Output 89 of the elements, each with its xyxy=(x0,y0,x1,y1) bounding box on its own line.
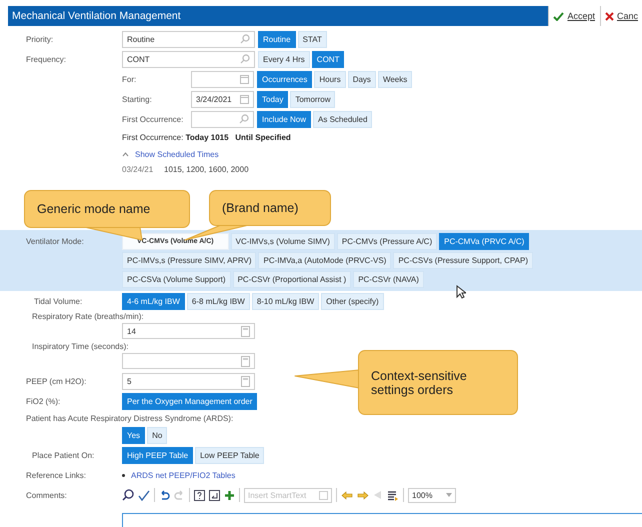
option-button[interactable]: PC-CSVs (Pressure Support, CPAP) xyxy=(393,252,534,269)
calendar-icon[interactable] xyxy=(240,74,249,84)
option-button[interactable]: PC-IMVa,a (AutoMode (PRVC-VS) xyxy=(258,252,392,269)
option-button[interactable]: Include Now xyxy=(257,110,312,128)
field-label: PEEP (cm H2O): xyxy=(26,376,88,386)
option-button[interactable]: PC-CMVa (PRVC A/C) xyxy=(439,233,530,250)
plus-icon[interactable] xyxy=(224,490,235,500)
close-icon xyxy=(604,12,614,20)
option-button[interactable]: As Scheduled xyxy=(313,110,372,128)
input-field[interactable] xyxy=(191,110,254,128)
option-button[interactable]: STAT xyxy=(298,30,327,48)
input-field[interactable]: 3/24/2021 xyxy=(191,90,254,108)
option-button[interactable]: 4-6 mL/kg IBW xyxy=(122,292,185,310)
show-times-link[interactable]: Show Scheduled Times xyxy=(135,150,219,158)
field-label: Tidal Volume: xyxy=(34,296,84,306)
search-icon[interactable] xyxy=(240,34,250,44)
collapse-icon[interactable] xyxy=(122,151,129,157)
option-button[interactable]: Tomorrow xyxy=(290,90,336,108)
option-button[interactable]: Per the Oxygen Management order xyxy=(122,392,258,410)
input-field[interactable]: Routine xyxy=(122,30,255,48)
callout-text: Generic mode name xyxy=(37,202,150,216)
calendar-icon[interactable] xyxy=(240,94,249,104)
field-label: FiO2 (%): xyxy=(26,396,62,406)
option-button[interactable]: PC-CSVr (NAVA) xyxy=(353,271,424,288)
input-field[interactable]: 5 xyxy=(122,372,255,390)
right-arrow-icon[interactable] xyxy=(357,490,369,500)
input-field[interactable] xyxy=(191,70,254,88)
field-label: Respiratory Rate (breaths/min): xyxy=(32,311,145,322)
zoom-icon[interactable] xyxy=(122,489,134,501)
schedule-times: 1015, 1200, 1600, 2000 xyxy=(164,164,249,174)
field-label: Frequency: xyxy=(26,54,68,64)
first-occurrence-summary: First Occurrence: Today 1015 Until Specified xyxy=(122,133,291,142)
spellcheck-icon[interactable] xyxy=(138,489,150,501)
reference-link[interactable]: ARDS net PEEP/FIO2 Tables xyxy=(131,470,236,480)
schedule-date: 03/24/21 xyxy=(122,164,154,174)
calculator-icon[interactable] xyxy=(241,376,250,386)
input-field[interactable] xyxy=(122,353,255,369)
field-label: Ventilator Mode: xyxy=(26,236,85,248)
input-field[interactable]: CONT xyxy=(122,50,255,68)
redo-icon[interactable] xyxy=(174,490,185,500)
option-button[interactable]: PC-CMVs (Pressure A/C) xyxy=(336,233,438,250)
option-button[interactable]: PC-CSVr (Proportional Assist ) xyxy=(232,271,352,288)
field-label: Comments: xyxy=(26,490,68,500)
option-button[interactable]: Routine xyxy=(258,30,296,48)
option-button[interactable]: Occurrences xyxy=(257,70,312,88)
option-button[interactable]: High PEEP Table xyxy=(122,446,194,464)
option-button[interactable]: CONT xyxy=(312,50,344,68)
list-icon[interactable] xyxy=(387,490,399,500)
option-button[interactable]: Weeks xyxy=(378,70,412,88)
undo-icon[interactable] xyxy=(159,490,170,500)
help-box-icon[interactable] xyxy=(194,490,205,500)
option-button[interactable]: Today xyxy=(257,90,288,108)
checkmark-icon xyxy=(553,12,564,20)
field-label: Reference Links: xyxy=(26,470,88,480)
bullet-icon xyxy=(122,474,125,476)
arrow-icon[interactable] xyxy=(373,490,383,500)
option-button[interactable]: 6-8 mL/kg IBW xyxy=(186,292,250,310)
search-icon[interactable] xyxy=(240,54,250,64)
search-icon[interactable] xyxy=(239,114,249,124)
callout-text: Context-sensitive settings orders xyxy=(371,368,468,396)
option-button[interactable]: Days xyxy=(348,70,376,88)
field-label: Patient has Acute Respiratory Distress Syndrome (ARDS): xyxy=(26,414,234,422)
caret-icon[interactable] xyxy=(446,493,452,497)
field-label: For: xyxy=(122,74,138,84)
option-button[interactable]: Every 4 Hrs xyxy=(258,50,310,68)
field-label: Place Patient On: xyxy=(32,450,96,460)
option-button[interactable]: Hours xyxy=(314,70,346,88)
option-button[interactable]: PC-IMVs,s (Pressure SIMV, APRV) xyxy=(122,252,256,269)
field-label: First Occurrence: xyxy=(122,114,184,124)
input-field[interactable]: 14 xyxy=(122,323,255,339)
field-label: Priority: xyxy=(26,34,54,44)
list-box-icon[interactable] xyxy=(319,490,328,500)
callout-text: (Brand name) xyxy=(222,201,298,215)
left-arrow-icon[interactable] xyxy=(341,490,353,500)
option-button[interactable]: Low PEEP Table xyxy=(195,446,264,464)
option-button[interactable]: VC-IMVs,s (Volume SIMV) xyxy=(230,233,335,250)
option-button[interactable]: Other (specify) xyxy=(321,292,384,310)
option-button[interactable]: Yes xyxy=(122,426,146,444)
option-button[interactable]: PC-CSVa (Volume Support) xyxy=(122,271,231,288)
insert-box-icon[interactable] xyxy=(209,490,220,500)
zoom-dropdown[interactable]: 100% xyxy=(408,488,456,502)
calculator-icon[interactable] xyxy=(241,356,250,366)
calculator-icon[interactable] xyxy=(241,326,250,336)
field-label: Inspiratory Time (seconds): xyxy=(32,341,130,352)
field-label: Starting: xyxy=(122,94,153,104)
option-button[interactable]: 8-10 mL/kg IBW xyxy=(252,292,320,310)
cursor-icon xyxy=(456,285,466,299)
window-title: Mechanical Ventilation Management xyxy=(12,10,181,22)
option-button[interactable]: No xyxy=(147,426,168,444)
